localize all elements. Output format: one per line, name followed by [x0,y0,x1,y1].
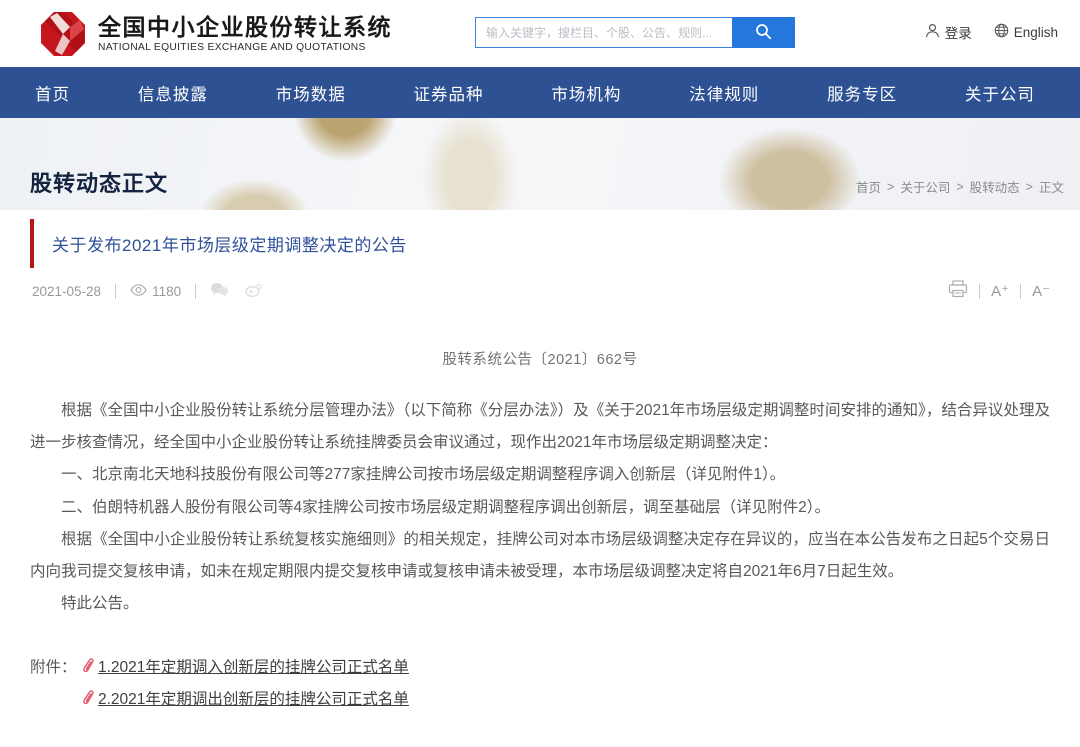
paperclip-icon [82,658,96,674]
divider [979,284,980,299]
attachment-link-1[interactable]: 1.2021年定期调入创新层的挂牌公司正式名单 [82,655,409,677]
divider [115,284,116,299]
article-body: 根据《全国中小企业股份转让系统分层管理办法》（以下简称《分层办法》）及《关于20… [30,395,1050,621]
search-input[interactable] [475,17,732,48]
login-link[interactable]: 登录 [925,22,972,42]
paragraph: 根据《全国中小企业股份转让系统复核实施细则》的相关规定，挂牌公司对本市场层级调整… [30,524,1050,588]
wechat-share-icon[interactable] [210,282,229,300]
article-tools: A⁺ A⁻ [948,280,1050,302]
font-increase-button[interactable]: A⁺ [991,282,1009,300]
article-meta: 2021-05-28 1180 [30,280,1050,302]
search-bar [475,17,795,48]
nav-item-about[interactable]: 关于公司 [965,81,1035,105]
search-icon [755,23,772,43]
attachments: 附件： 1.2021年定期调入创新层的挂牌公司正式名单 2.2021年定期调出创 [30,655,1050,709]
language-link[interactable]: English [994,23,1058,41]
print-icon[interactable] [948,280,968,302]
paperclip-icon [82,690,96,706]
paragraph: 特此公告。 [30,588,1050,620]
nav-item-rules[interactable]: 法律规则 [689,81,759,105]
site-title: 全国中小企业股份转让系统 [98,14,392,40]
paragraph: 一、北京南北天地科技股份有限公司等277家挂牌公司按市场层级定期调整程序调入创新… [30,459,1050,491]
breadcrumb-news[interactable]: 股转动态 [970,177,1020,196]
nav-item-disclosure[interactable]: 信息披露 [138,81,208,105]
breadcrumb-home[interactable]: 首页 [856,177,881,196]
header-links: 登录 English [925,22,1058,42]
article: 关于发布2021年市场层级定期调整决定的公告 2021-05-28 1180 [0,219,1080,747]
breadcrumb-about[interactable]: 关于公司 [900,177,950,196]
nav-item-market-data[interactable]: 市场数据 [276,81,346,105]
article-title-row: 关于发布2021年市场层级定期调整决定的公告 [30,219,1050,268]
weibo-share-icon[interactable] [245,282,263,300]
neeq-logo-icon [40,11,86,57]
font-decrease-button[interactable]: A⁻ [1032,282,1050,300]
site-subtitle: NATIONAL EQUITIES EXCHANGE AND QUOTATION… [98,42,392,53]
site-header: 全国中小企业股份转让系统 NATIONAL EQUITIES EXCHANGE … [0,0,1080,67]
nav-item-securities[interactable]: 证券品种 [414,81,484,105]
search-button[interactable] [732,17,795,48]
breadcrumb-separator: > [1026,180,1033,194]
breadcrumb-separator: > [956,180,963,194]
site-logo[interactable]: 全国中小企业股份转让系统 NATIONAL EQUITIES EXCHANGE … [40,11,392,57]
breadcrumb: 首页 > 关于公司 > 股转动态 > 正文 [856,177,1064,196]
user-icon [925,23,940,41]
publish-date: 2021-05-28 [32,284,101,299]
nav-item-institutions[interactable]: 市场机构 [551,81,621,105]
document-number: 股转系统公告〔2021〕662号 [30,348,1050,369]
breadcrumb-current: 正文 [1039,177,1064,196]
divider [195,284,196,299]
page-banner: 股转动态正文 首页 > 关于公司 > 股转动态 > 正文 [0,118,1080,210]
attachments-label: 附件： [30,655,82,677]
signature-company: 全国中小企业股份转让系统有限责任公司 [30,743,1044,747]
paragraph: 二、伯朗特机器人股份有限公司等4家挂牌公司按市场层级定期调整程序调出创新层，调至… [30,492,1050,524]
globe-icon [994,23,1009,41]
main-nav: 首页 信息披露 市场数据 证券品种 市场机构 法律规则 服务专区 关于公司 [0,67,1080,118]
page-title: 股转动态正文 [30,166,168,198]
paragraph: 根据《全国中小企业股份转让系统分层管理办法》（以下简称《分层办法》）及《关于20… [30,395,1050,459]
attachment-link-2[interactable]: 2.2021年定期调出创新层的挂牌公司正式名单 [82,687,409,709]
view-count: 1180 [130,284,181,299]
nav-item-services[interactable]: 服务专区 [827,81,897,105]
signature-block: 全国中小企业股份转让系统有限责任公司 2021年5月28日 [30,743,1050,747]
breadcrumb-separator: > [887,180,894,194]
divider [1020,284,1021,299]
eye-icon [130,284,147,299]
nav-item-home[interactable]: 首页 [35,81,70,105]
share-icons [210,282,263,300]
article-title: 关于发布2021年市场层级定期调整决定的公告 [52,236,407,255]
